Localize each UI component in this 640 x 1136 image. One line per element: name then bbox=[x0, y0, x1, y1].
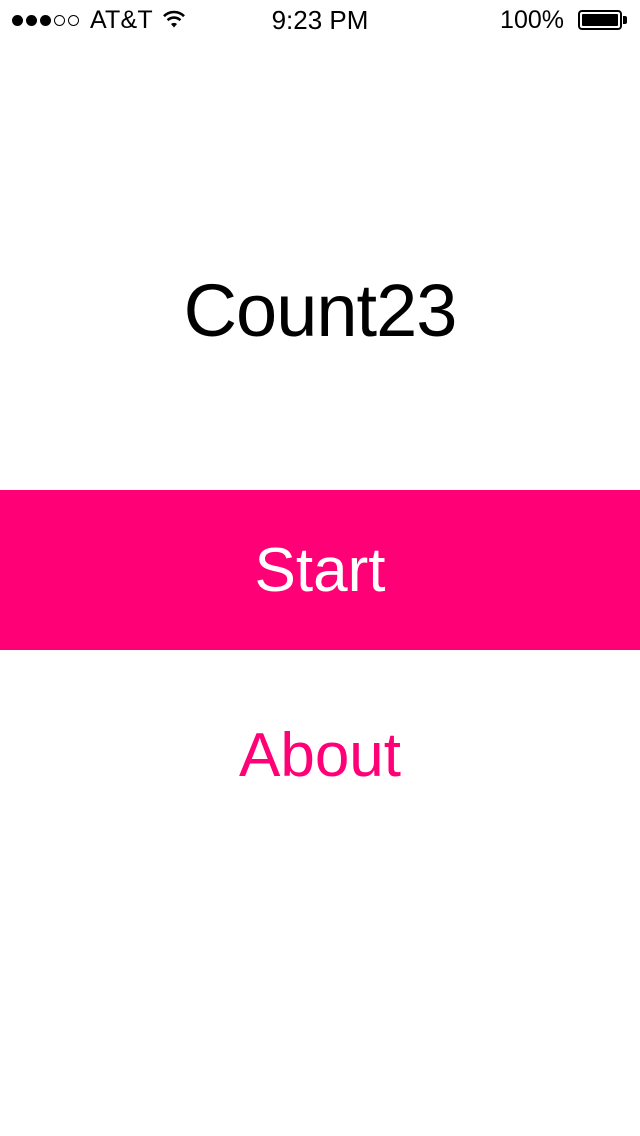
battery-icon bbox=[578, 10, 622, 30]
status-bar: AT&T 9:23 PM 100% bbox=[0, 0, 640, 40]
home-screen: AT&T 9:23 PM 100% Count23 Start About bbox=[0, 0, 640, 1136]
battery-level-fill bbox=[582, 14, 618, 26]
battery-tip bbox=[623, 16, 627, 24]
about-button[interactable]: About bbox=[170, 705, 470, 805]
battery-percentage: 100% bbox=[500, 6, 564, 34]
start-button[interactable]: Start bbox=[0, 490, 640, 650]
app-title: Count23 bbox=[183, 269, 458, 352]
